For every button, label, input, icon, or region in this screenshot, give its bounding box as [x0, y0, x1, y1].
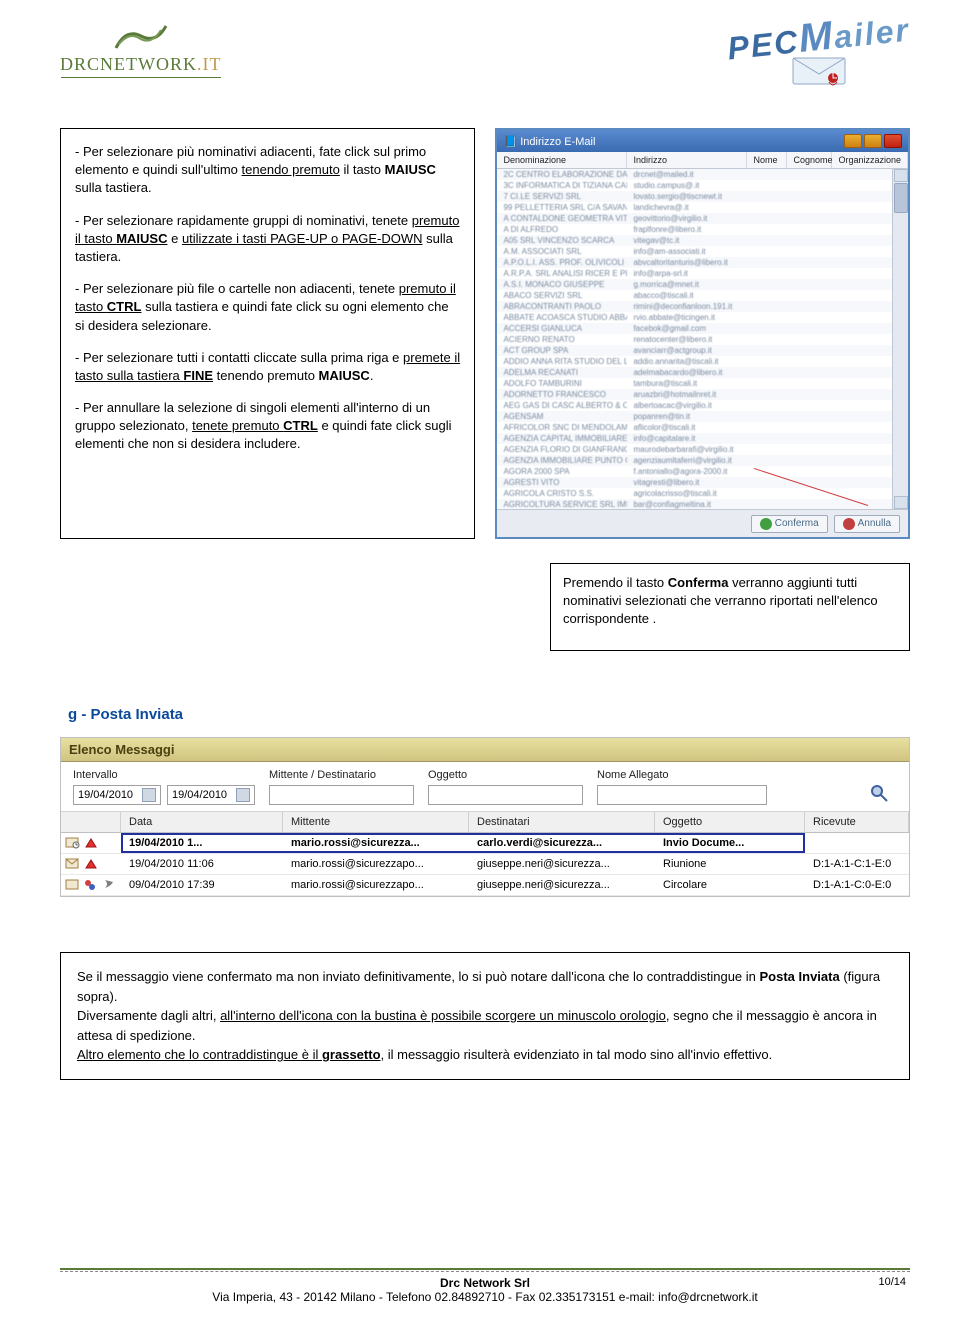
confirm-note-box: Premendo il tasto Conferma verranno aggi… — [550, 563, 910, 651]
search-icon[interactable] — [869, 783, 889, 803]
oggetto-input[interactable] — [428, 785, 583, 805]
list-item[interactable]: AGENZIA CAPITAL IMMOBILIARE DIinfo@capit… — [497, 433, 892, 444]
col-indirizzo[interactable]: Indirizzo — [627, 152, 747, 168]
bottom-note-box: Se il messaggio viene confermato ma non … — [60, 952, 910, 1080]
list-item[interactable]: 2C CENTRO ELABORAZIONE DATIdrcnet@mailed… — [497, 169, 892, 180]
logo-pecmailer: PECMailer — [727, 15, 910, 88]
list-item[interactable]: A DI ALFREDOfraplfonre@libero.it — [497, 224, 892, 235]
scrollbar[interactable] — [892, 169, 908, 509]
swirl-icon — [111, 20, 171, 54]
hdr-data[interactable]: Data — [121, 812, 283, 832]
chevron-down-icon[interactable] — [236, 788, 250, 802]
pec-m: M — [797, 13, 837, 60]
list-item[interactable]: ACIERNO RENATOrenatocenter@libero.it — [497, 334, 892, 345]
pec-p1: PEC — [726, 23, 801, 66]
list-item[interactable]: ABBATE ACOASCA STUDIO ABBATE ...rvio.abb… — [497, 312, 892, 323]
hdr-oggetto[interactable]: Oggetto — [655, 812, 805, 832]
mittente-input[interactable] — [269, 785, 414, 805]
col-nome[interactable]: Nome — [747, 152, 787, 168]
elenco-title: Elenco Messaggi — [61, 738, 909, 762]
elenco-filters: Intervallo 19/04/2010 19/04/2010 Mittent… — [61, 762, 909, 812]
dialog-title: Indirizzo E-Mail — [520, 136, 595, 148]
list-item[interactable]: A05 SRL VINCENZO SCARCAvitegav@tc.it — [497, 235, 892, 246]
chevron-down-icon[interactable] — [142, 788, 156, 802]
page-header: DRCNETWORK.IT PECMailer — [60, 20, 910, 88]
maximize-icon[interactable] — [864, 134, 882, 148]
list-item[interactable]: ADORNETTO FRANCESCOaruazbri@hotmailnret.… — [497, 389, 892, 400]
col-denominazione[interactable]: Denominazione — [497, 152, 627, 168]
table-row[interactable]: 19/04/2010 1...mario.rossi@sicurezza...c… — [61, 833, 909, 854]
confirm-button[interactable]: Conferma — [751, 515, 828, 533]
list-item[interactable]: ACT GROUP SPAavanciarr@actgroup.it — [497, 345, 892, 356]
date-from-input[interactable]: 19/04/2010 — [73, 785, 161, 805]
list-item[interactable]: ADDIO ANNA RITA STUDIO DEL LAV...addio.a… — [497, 356, 892, 367]
dialog-list[interactable]: 2C CENTRO ELABORAZIONE DATIdrcnet@mailed… — [497, 169, 892, 509]
list-item[interactable]: AGORA 2000 SPAf.antoniallo@agora-2000.it — [497, 466, 892, 477]
list-item[interactable]: AGRICOLTURA SERVICE SRL IMM.bar@confiagm… — [497, 499, 892, 509]
close-icon[interactable] — [884, 134, 902, 148]
list-item[interactable]: AEG GAS DI CASC ALBERTO & C SNL...albert… — [497, 400, 892, 411]
table-row[interactable]: 19/04/2010 11:06mario.rossi@sicurezzapo.… — [61, 854, 909, 875]
page-footer: Drc Network Srl 10/14 Via Imperia, 43 - … — [60, 1268, 910, 1304]
dialog-titlebar: 📘 Indirizzo E-Mail — [497, 130, 908, 152]
list-item[interactable]: 7 CI.LE SERVIZI SRLlovato.sergio@tiscnew… — [497, 191, 892, 202]
logo-suffix: .IT — [197, 54, 222, 74]
lbl-oggetto: Oggetto — [428, 769, 583, 781]
lbl-mittdest: Mittente / Destinatario — [269, 769, 414, 781]
allegato-input[interactable] — [597, 785, 767, 805]
list-item[interactable]: ADELMA RECANATIadelmabacardo@libero.it — [497, 367, 892, 378]
hdr-dest[interactable]: Destinatari — [469, 812, 655, 832]
list-item[interactable]: ADOLFO TAMBURINItambura@tiscali.it — [497, 378, 892, 389]
list-item[interactable]: A.R.P.A. SRL ANALISI RICER E PIA...info@… — [497, 268, 892, 279]
minimize-icon[interactable] — [844, 134, 862, 148]
instructions-box: - Per selezionare più nominativi adiacen… — [60, 128, 475, 539]
hdr-mittente[interactable]: Mittente — [283, 812, 469, 832]
hdr-ricevute[interactable]: Ricevute — [805, 812, 909, 832]
list-item[interactable]: A.P.O.L.I. ASS. PROF. OLIVICOLI 30...abv… — [497, 257, 892, 268]
list-item[interactable]: ACCERSI GIANLUCAfacebok@gmail.com — [497, 323, 892, 334]
logo-drcnetwork: DRCNETWORK.IT — [60, 20, 222, 78]
footer-company: Drc Network Srl — [60, 1276, 910, 1290]
list-item[interactable]: A.S.I. MONACO GIUSEPPEg.morrica@mnet.it — [497, 279, 892, 290]
table-row[interactable]: 09/04/2010 17:39mario.rossi@sicurezzapo.… — [61, 875, 909, 896]
col-org[interactable]: Organizzazione — [832, 152, 908, 168]
list-item[interactable]: AGENSAMpopanren@tin.it — [497, 411, 892, 422]
list-item[interactable]: A.M. ASSOCIATI SRLinfo@am-associati.it — [497, 246, 892, 257]
list-item[interactable]: AGRESTI VITOvitagresti@libero.it — [497, 477, 892, 488]
dialog-columns: Denominazione Indirizzo Nome Cognome Org… — [497, 152, 908, 169]
list-item[interactable]: 3C INFORMATICA DI TIZIANA CAR...studio.c… — [497, 180, 892, 191]
elenco-messaggi: Elenco Messaggi Intervallo 19/04/2010 19… — [60, 737, 910, 897]
list-item[interactable]: AGENZIA IMMOBILIARE PUNTO CASAagenziauml… — [497, 455, 892, 466]
logo-text: DRCNETWORK — [60, 54, 197, 74]
list-item[interactable]: ABACO SERVIZI SRLabacco@tiscali.it — [497, 290, 892, 301]
lbl-allegato: Nome Allegato — [597, 769, 767, 781]
list-item[interactable]: AFRICOLOR SNC DI MENDOLAMIaflicolor@tisc… — [497, 422, 892, 433]
cancel-button[interactable]: Annulla — [834, 515, 900, 533]
footer-address: Via Imperia, 43 - 20142 Milano - Telefon… — [60, 1290, 910, 1304]
section-title: g - Posta Inviata — [68, 706, 910, 723]
list-item[interactable]: A CONTALDONE GEOMETRA VITT...geovittorio… — [497, 213, 892, 224]
pec-p2: ailer — [832, 12, 911, 56]
date-to-input[interactable]: 19/04/2010 — [167, 785, 255, 805]
elenco-header: Data Mittente Destinatari Oggetto Ricevu… — [61, 812, 909, 833]
address-dialog: 📘 Indirizzo E-Mail Denominazione Indiriz… — [495, 128, 910, 539]
list-item[interactable]: AGENZIA FLORIO DI GIANFRANCOmaurodebarba… — [497, 444, 892, 455]
list-item[interactable]: ABRACONTRANTI PAOLOrimini@deconfianloon.… — [497, 301, 892, 312]
col-cognome[interactable]: Cognome — [787, 152, 832, 168]
lbl-intervallo: Intervallo — [73, 769, 255, 781]
page-number: 10/14 — [878, 1276, 906, 1288]
list-item[interactable]: 99 PELLETTERIA SRL C/A SAVANAlandichevra… — [497, 202, 892, 213]
